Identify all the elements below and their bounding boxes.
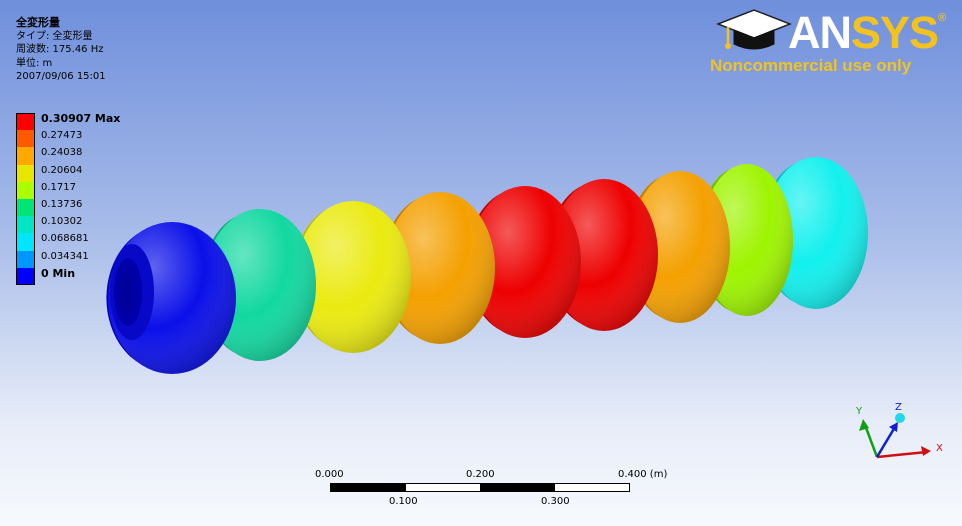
ansys-logo: ANSYS® Noncommercial use only	[708, 4, 948, 80]
end-opening-hole	[119, 272, 133, 312]
graduation-cap-icon	[715, 9, 792, 50]
scale-label-0: 0.000	[315, 469, 344, 480]
x-axis	[876, 450, 928, 459]
y-axis-label: Y	[855, 406, 863, 417]
scale-label-400: 0.400 (m)	[618, 469, 668, 480]
scale-label-100: 0.100	[389, 496, 418, 507]
x-arrow-icon	[921, 446, 931, 456]
axis-triad[interactable]: Y Z X	[845, 395, 955, 470]
scale-ruler	[330, 483, 630, 492]
z-axis	[875, 426, 897, 458]
scale-bar: 0.000 0.200 0.400 (m) 0.100 0.300	[300, 466, 680, 526]
y-axis	[863, 424, 879, 458]
x-axis-label: X	[936, 443, 943, 454]
ansys-wordmark: ANSYS®	[788, 7, 946, 58]
z-axis-label: Z	[895, 402, 902, 413]
scale-label-300: 0.300	[541, 496, 570, 507]
end-opening	[110, 244, 154, 340]
license-notice: Noncommercial use only	[710, 56, 912, 75]
triad-origin-ball	[895, 413, 905, 423]
scale-label-200: 0.200	[466, 469, 495, 480]
